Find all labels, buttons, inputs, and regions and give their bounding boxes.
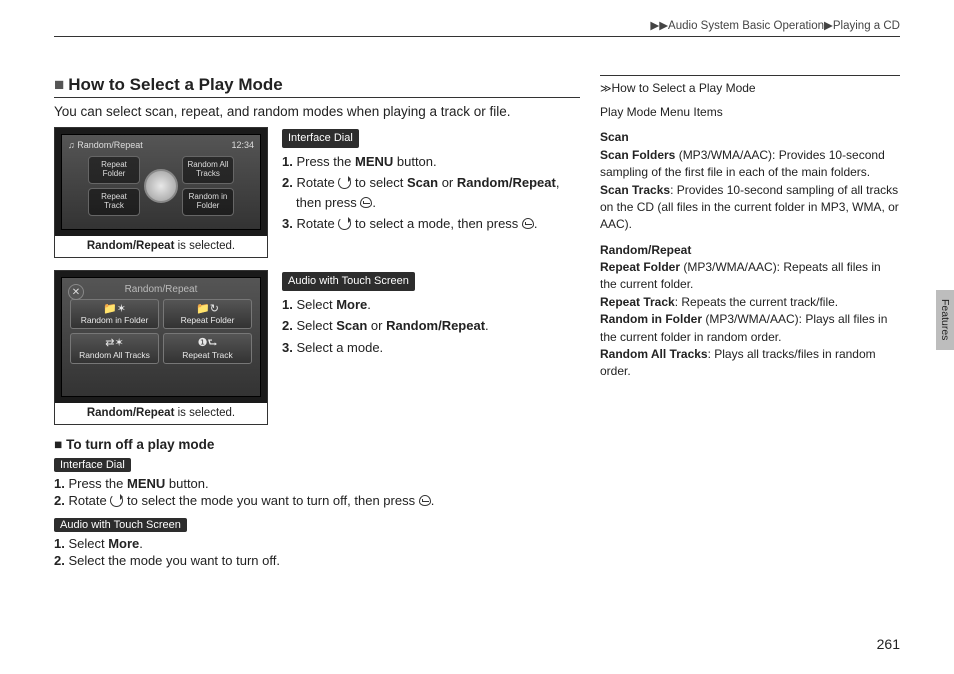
page-number: 261 (877, 636, 900, 652)
sidebar-menu-items: Play Mode Menu Items (600, 104, 900, 121)
rotate-icon (338, 176, 351, 189)
section-tab-features: Features (936, 290, 954, 350)
pill-interface-dial: Interface Dial (282, 129, 359, 148)
pill-audio-touch: Audio with Touch Screen (282, 272, 415, 291)
row-dial: ♫ Random/Repeat 12:34 Repeat Folder Repe… (54, 127, 580, 258)
caption-bold: Random/Repeat (87, 240, 175, 252)
screenshot-dial-screen: ♫ Random/Repeat 12:34 Repeat Folder Repe… (61, 134, 261, 230)
breadcrumb-sep: ▶ (824, 20, 833, 32)
sidebar-notes: ≫How to Select a Play Mode Play Mode Men… (600, 75, 900, 570)
breadcrumb-part1: Audio System Basic Operation (668, 20, 824, 32)
turnoff-touch-step-1: 1. Select More. (54, 536, 580, 551)
screenshot-dial: ♫ Random/Repeat 12:34 Repeat Folder Repe… (54, 127, 268, 258)
dial-center-knob-icon (144, 169, 178, 203)
touch-step-2: 2. Select Scan or Random/Repeat. (282, 316, 580, 336)
turnoff-dial-step-2: 2. Rotate to select the mode you want to… (54, 493, 580, 508)
section-heading: ■How to Select a Play Mode (54, 75, 580, 98)
folder-repeat-icon: 📁↻ (164, 303, 251, 315)
turnoff-dial-steps: 1. Press the MENU button. 2. Rotate to s… (54, 476, 580, 508)
turnoff-touch-steps: 1. Select More. 2. Select the mode you w… (54, 536, 580, 568)
rotate-icon (110, 494, 123, 507)
touch-step-1: 1. Select More. (282, 295, 580, 315)
dial-screen-time: 12:34 (231, 140, 254, 150)
chevron-icon: ≫ (600, 83, 610, 95)
caption-bold: Random/Repeat (87, 407, 175, 419)
touch-instructions: Audio with Touch Screen 1. Select More. … (282, 270, 580, 425)
dial-step-2: 2. Rotate to select Scan or Random/Repea… (282, 173, 580, 212)
screenshot-touch-caption: Random/Repeat is selected. (55, 403, 267, 424)
touch-btn-random-in-folder: 📁✶Random in Folder (70, 299, 159, 329)
section-tab-label: Features (939, 299, 951, 340)
dial-steps: 1. Press the MENU button. 2. Rotate to s… (282, 152, 580, 234)
dial-screen-title: ♫ Random/Repeat (68, 140, 143, 150)
touch-btn-repeat-track: ❶⮑Repeat Track (163, 333, 252, 363)
touch-screen-grid: 📁✶Random in Folder 📁↻Repeat Folder ⇄✶Ran… (66, 297, 256, 366)
screenshot-touch: ✕ Random/Repeat 📁✶Random in Folder 📁↻Rep… (54, 270, 268, 425)
touch-steps: 1. Select More. 2. Select Scan or Random… (282, 295, 580, 358)
screenshot-touch-screen: ✕ Random/Repeat 📁✶Random in Folder 📁↻Rep… (61, 277, 261, 397)
folder-shuffle-icon: 📁✶ (71, 303, 158, 315)
row-touch: ✕ Random/Repeat 📁✶Random in Folder 📁↻Rep… (54, 270, 580, 425)
dial-opt-random-in-folder: Random in Folder (182, 188, 234, 216)
sidebar-scan-tracks-b: Scan Tracks (600, 183, 670, 197)
touch-step-3: 3. Select a mode. (282, 338, 580, 358)
square-bullet-icon: ■ (54, 437, 62, 452)
breadcrumb-part2: Playing a CD (833, 20, 900, 32)
touch-btn-repeat-folder: 📁↻Repeat Folder (163, 299, 252, 329)
turnoff-touch-step-2: 2. Select the mode you want to turn off. (54, 553, 580, 568)
turnoff-dial-step-1: 1. Press the MENU button. (54, 476, 580, 491)
close-icon: ✕ (68, 284, 84, 300)
sidebar-rif-b: Random in Folder (600, 312, 702, 326)
pill-audio-touch-2: Audio with Touch Screen (54, 518, 187, 532)
dial-step-1: 1. Press the MENU button. (282, 152, 580, 172)
dial-opt-repeat-folder: Repeat Folder (88, 156, 140, 184)
sidebar-rat-b: Random All Tracks (600, 347, 708, 361)
screenshot-touch-frame: ✕ Random/Repeat 📁✶Random in Folder 📁↻Rep… (55, 271, 267, 403)
repeat-one-icon: ❶⮑ (164, 337, 251, 349)
breadcrumb: ▶▶Audio System Basic Operation▶Playing a… (54, 18, 900, 36)
dial-opt-random-all: Random All Tracks (182, 156, 234, 184)
sidebar-rr-block: Random/Repeat Repeat Folder (MP3/WMA/AAC… (600, 242, 900, 381)
enter-icon (522, 218, 534, 229)
rule-top (54, 36, 900, 37)
sidebar-scan-folders-b: Scan Folders (600, 148, 675, 162)
sidebar-scan-block: Scan Scan Folders (MP3/WMA/AAC): Provide… (600, 129, 900, 233)
sidebar-rt: : Repeats the current track/file. (675, 295, 838, 309)
enter-icon (360, 197, 372, 208)
touch-btn-random-all: ⇄✶Random All Tracks (70, 333, 159, 363)
breadcrumb-arrows: ▶▶ (650, 20, 668, 32)
sidebar-rf-b: Repeat Folder (600, 260, 680, 274)
content-columns: ■How to Select a Play Mode You can selec… (54, 75, 900, 570)
subheading-turn-off: ■ To turn off a play mode (54, 437, 580, 452)
shuffle-icon: ⇄✶ (71, 337, 158, 349)
dial-screen-topbar: ♫ Random/Repeat 12:34 (66, 139, 256, 151)
sidebar-rr-h: Random/Repeat (600, 243, 691, 257)
heading-text: How to Select a Play Mode (68, 75, 282, 94)
square-bullet-icon: ■ (54, 75, 64, 94)
screenshot-dial-caption: Random/Repeat is selected. (55, 236, 267, 257)
dial-instructions: Interface Dial 1. Press the MENU button.… (282, 127, 580, 258)
dial-step-3: 3. Rotate to select a mode, then press . (282, 214, 580, 234)
sidebar-scan-h: Scan (600, 130, 629, 144)
screenshot-dial-frame: ♫ Random/Repeat 12:34 Repeat Folder Repe… (55, 128, 267, 236)
sidebar-rt-b: Repeat Track (600, 295, 675, 309)
main-column: ■How to Select a Play Mode You can selec… (54, 75, 580, 570)
rotate-icon (338, 217, 351, 230)
pill-interface-dial-2: Interface Dial (54, 458, 131, 472)
dial-opt-repeat-track: Repeat Track (88, 188, 140, 216)
sidebar-title: ≫How to Select a Play Mode (600, 80, 900, 98)
dial-screen-grid: Repeat Folder Repeat Track Random All Tr… (66, 151, 256, 221)
caption-rest: is selected. (174, 407, 235, 419)
subheading-text: To turn off a play mode (66, 437, 214, 452)
touch-screen-title: Random/Repeat (66, 282, 256, 297)
intro-text: You can select scan, repeat, and random … (54, 104, 580, 119)
sidebar-title-text: How to Select a Play Mode (612, 81, 756, 95)
page-container: ▶▶Audio System Basic Operation▶Playing a… (0, 0, 954, 570)
caption-rest: is selected. (174, 240, 235, 252)
enter-icon (419, 495, 431, 506)
